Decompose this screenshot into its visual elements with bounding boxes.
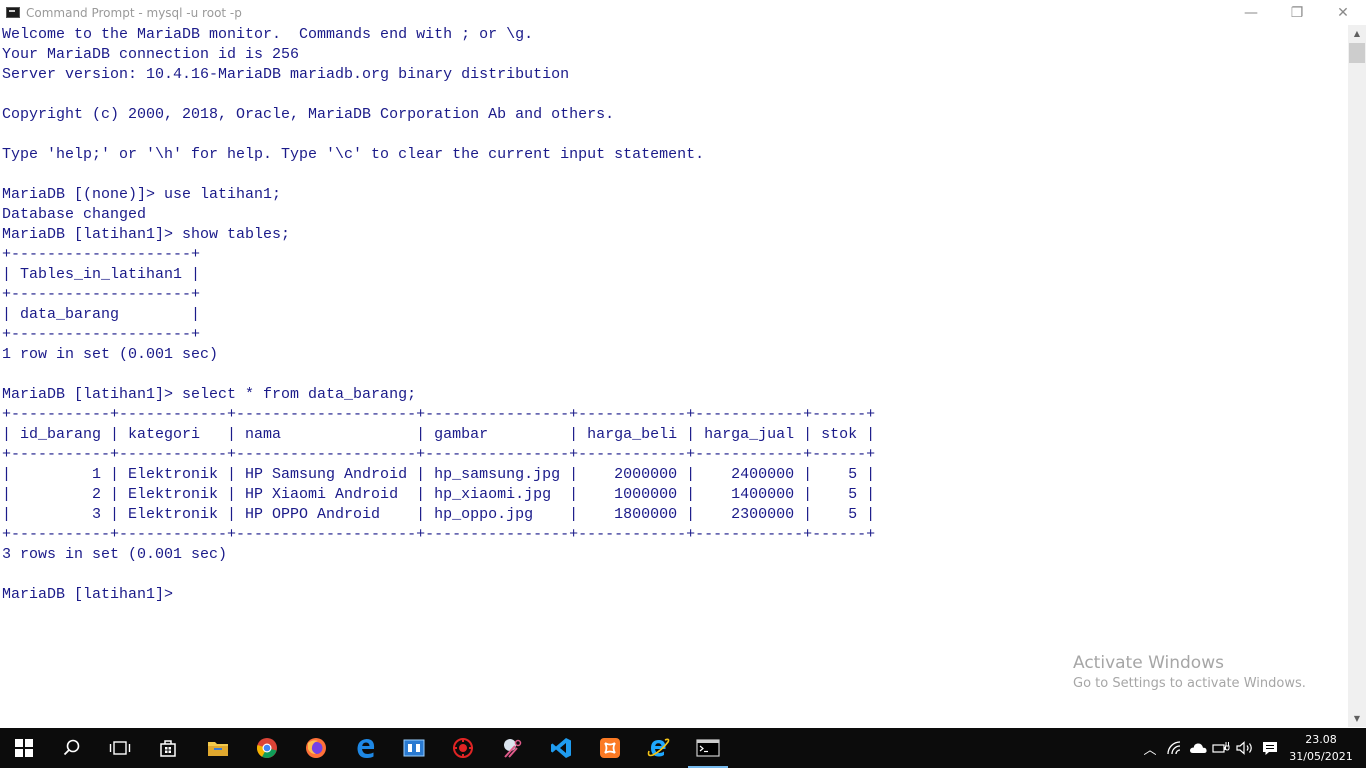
window-title: Command Prompt - mysql -u root -p: [26, 5, 242, 20]
scroll-down-button[interactable]: ▼: [1348, 710, 1366, 727]
console-line: | 2 | Elektronik | HP Xiaomi Android | h…: [2, 486, 876, 503]
taskbar: ︿ 23.08 31/05/2021: [0, 728, 1366, 768]
window-controls: — ❐ ✕: [1228, 0, 1366, 25]
console-line: | data_barang |: [2, 306, 201, 323]
taskbar-snipping-tool[interactable]: [488, 728, 536, 768]
console-line: MariaDB [latihan1]> select * from data_b…: [2, 386, 417, 403]
taskbar-remote-app[interactable]: [390, 728, 438, 768]
taskbar-clock[interactable]: 23.08 31/05/2021: [1288, 731, 1354, 765]
console-line: +-----------+------------+--------------…: [2, 406, 876, 423]
taskbar-xampp[interactable]: [586, 728, 634, 768]
tray-battery[interactable]: [1210, 728, 1232, 768]
start-icon: [15, 739, 33, 757]
console-line: MariaDB [latihan1]> show tables;: [2, 226, 291, 243]
task-view-button[interactable]: [96, 728, 144, 768]
console-line: Copyright (c) 2000, 2018, Oracle, MariaD…: [2, 106, 615, 123]
console-line: Type 'help;' or '\h' for help. Type '\c'…: [2, 146, 705, 163]
console-line: | 1 | Elektronik | HP Samsung Android | …: [2, 466, 876, 483]
vscode-icon: [551, 738, 571, 758]
start-button[interactable]: [0, 728, 48, 768]
search-button[interactable]: [48, 728, 96, 768]
console-output: Welcome to the MariaDB monitor. Commands…: [0, 25, 1348, 605]
console-line: | id_barang | kategori | nama | gambar |…: [2, 426, 876, 443]
taskbar-store[interactable]: [144, 728, 192, 768]
title-bar[interactable]: Command Prompt - mysql -u root -p — ❐ ✕: [0, 0, 1366, 25]
minimize-button[interactable]: —: [1228, 0, 1274, 25]
taskbar-firefox[interactable]: [292, 728, 340, 768]
console-line: MariaDB [(none)]> use latihan1;: [2, 186, 282, 203]
console-line: 1 row in set (0.001 sec): [2, 346, 219, 363]
console-line: +-----------+------------+--------------…: [2, 526, 876, 543]
red-app-icon: [453, 738, 473, 758]
console-line: Database changed: [2, 206, 147, 223]
notification-icon: [1263, 741, 1277, 755]
search-icon: [63, 739, 80, 756]
console-line: | 3 | Elektronik | HP OPPO Android | hp_…: [2, 506, 876, 523]
show-hidden-icons-button[interactable]: ︿: [1140, 728, 1160, 768]
console-line: +--------------------+: [2, 326, 201, 343]
ie-icon: [647, 738, 670, 757]
console-line: +-----------+------------+--------------…: [2, 446, 876, 463]
tray-volume[interactable]: [1234, 728, 1256, 768]
taskbar-file-explorer[interactable]: [194, 728, 242, 768]
taskbar-chrome[interactable]: [243, 728, 291, 768]
snipping-icon: [504, 739, 522, 758]
console-line: | Tables_in_latihan1 |: [2, 266, 201, 283]
console-line: +--------------------+: [2, 286, 201, 303]
console-line: Server version: 10.4.16-MariaDB mariadb.…: [2, 66, 570, 83]
speaker-icon: [1236, 741, 1252, 755]
battery-plug-icon: [1212, 742, 1230, 753]
console-line: MariaDB [latihan1]>: [2, 586, 174, 603]
activation-subtitle: Go to Settings to activate Windows.: [1073, 676, 1306, 691]
taskbar-edge[interactable]: [342, 728, 390, 768]
xampp-icon: [600, 738, 620, 758]
taskbar-vscode[interactable]: [537, 728, 585, 768]
activation-title: Activate Windows: [1073, 653, 1224, 673]
chevron-up-icon: ︿: [1143, 742, 1157, 758]
scroll-up-button[interactable]: ▲: [1348, 25, 1366, 42]
cmd-icon: [696, 739, 720, 757]
tray-onedrive[interactable]: [1187, 728, 1209, 768]
wifi-icon: [1167, 741, 1181, 755]
chrome-icon: [257, 738, 277, 758]
task-view-icon: [109, 741, 131, 755]
firefox-icon: [306, 738, 326, 758]
console-line: +--------------------+: [2, 246, 201, 263]
cloud-icon: [1190, 743, 1207, 753]
console-line: Welcome to the MariaDB monitor. Commands…: [2, 26, 534, 43]
console-line: Your MariaDB connection id is 256: [2, 46, 300, 63]
scroll-thumb[interactable]: [1349, 43, 1365, 63]
taskbar-command-prompt[interactable]: [684, 728, 732, 768]
activation-watermark: Activate Windows Go to Settings to activ…: [1073, 652, 1306, 694]
vertical-scrollbar[interactable]: ▲ ▼: [1348, 25, 1366, 727]
store-icon: [160, 740, 176, 757]
tray-network[interactable]: [1164, 728, 1186, 768]
edge-icon: [357, 739, 375, 758]
taskbar-internet-explorer[interactable]: [635, 728, 683, 768]
tray-notifications[interactable]: [1258, 728, 1282, 768]
restore-button[interactable]: ❐: [1274, 0, 1320, 25]
console-area[interactable]: Welcome to the MariaDB monitor. Commands…: [0, 25, 1348, 727]
close-button[interactable]: ✕: [1320, 0, 1366, 25]
console-line: 3 rows in set (0.001 sec): [2, 546, 228, 563]
remote-app-icon: [403, 739, 425, 757]
file-explorer-icon: [208, 742, 228, 756]
taskbar-red-app[interactable]: [439, 728, 487, 768]
clock-time: 23.08: [1305, 733, 1337, 746]
command-prompt-icon: [6, 7, 20, 18]
clock-date: 31/05/2021: [1289, 750, 1353, 763]
